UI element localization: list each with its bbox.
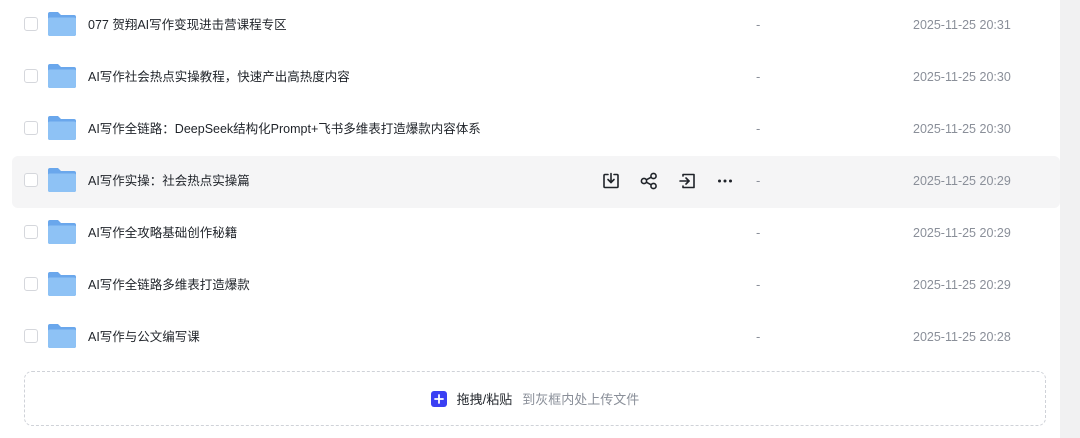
folder-icon [48, 116, 76, 140]
plus-icon[interactable] [430, 390, 447, 407]
modified-time: 2025-11-25 20:29 [913, 174, 1011, 188]
table-row[interactable]: AI写作与公文编写课 - 2025-11-25 20:28 [12, 312, 1060, 364]
modified-time: 2025-11-25 20:31 [913, 18, 1011, 32]
file-list: 077 贺翔AI写作变现进击营课程专区 - 2025-11-25 20:31 A… [0, 0, 1060, 364]
row-checkbox[interactable] [24, 329, 38, 343]
table-row[interactable]: AI写作全链路：DeepSeek结构化Prompt+飞书多维表打造爆款内容体系 … [12, 104, 1060, 156]
share-button[interactable] [638, 170, 660, 192]
table-row[interactable]: AI写作实操：社会热点实操篇 - 2025-11-25 20:29 [12, 156, 1060, 208]
row-checkbox[interactable] [24, 17, 38, 31]
modified-time: 2025-11-25 20:30 [913, 70, 1011, 84]
download-button[interactable] [600, 170, 622, 192]
file-size: - [756, 225, 761, 240]
modified-time: 2025-11-25 20:29 [913, 278, 1011, 292]
folder-icon [48, 324, 76, 348]
table-row[interactable]: AI写作全攻略基础创作秘籍 - 2025-11-25 20:29 [12, 208, 1060, 260]
upload-label: 拖拽/粘贴 [456, 392, 513, 407]
more-button[interactable] [714, 170, 736, 192]
row-checkbox[interactable] [24, 277, 38, 291]
modified-time: 2025-11-25 20:28 [913, 330, 1011, 344]
upload-hint: 到灰框内处上传文件 [522, 392, 640, 407]
row-checkbox[interactable] [24, 173, 38, 187]
file-name[interactable]: AI写作全链路：DeepSeek结构化Prompt+飞书多维表打造爆款内容体系 [88, 120, 481, 138]
folder-icon [48, 272, 76, 296]
table-row[interactable]: AI写作社会热点实操教程，快速产出高热度内容 - 2025-11-25 20:3… [12, 52, 1060, 104]
file-size: - [756, 121, 761, 136]
move-icon [679, 173, 695, 189]
table-row[interactable]: AI写作全链路多维表打造爆款 - 2025-11-25 20:29 [12, 260, 1060, 312]
folder-icon [48, 168, 76, 192]
file-name[interactable]: AI写作实操：社会热点实操篇 [88, 172, 250, 190]
file-size: - [756, 173, 761, 188]
row-checkbox[interactable] [24, 69, 38, 83]
file-size: - [756, 277, 761, 292]
scrollbar[interactable] [1060, 0, 1080, 438]
more-icon [718, 179, 732, 183]
file-name[interactable]: 077 贺翔AI写作变现进击营课程专区 [88, 16, 287, 34]
file-name[interactable]: AI写作与公文编写课 [88, 328, 200, 346]
row-checkbox[interactable] [24, 225, 38, 239]
move-button[interactable] [676, 170, 698, 192]
folder-icon [48, 64, 76, 88]
upload-drop-zone[interactable]: 拖拽/粘贴 到灰框内处上传文件 [24, 371, 1046, 426]
row-actions [600, 170, 752, 192]
folder-icon [48, 220, 76, 244]
file-size: - [756, 69, 761, 84]
download-icon [603, 172, 619, 189]
modified-time: 2025-11-25 20:30 [913, 122, 1011, 136]
file-name[interactable]: AI写作全链路多维表打造爆款 [88, 276, 250, 294]
file-name[interactable]: AI写作社会热点实操教程，快速产出高热度内容 [88, 68, 350, 86]
folder-icon [48, 12, 76, 36]
table-row[interactable]: 077 贺翔AI写作变现进击营课程专区 - 2025-11-25 20:31 [12, 0, 1060, 52]
file-size: - [756, 17, 761, 32]
file-size: - [756, 329, 761, 344]
file-name[interactable]: AI写作全攻略基础创作秘籍 [88, 224, 237, 242]
share-icon [640, 172, 657, 190]
modified-time: 2025-11-25 20:29 [913, 226, 1011, 240]
row-checkbox[interactable] [24, 121, 38, 135]
